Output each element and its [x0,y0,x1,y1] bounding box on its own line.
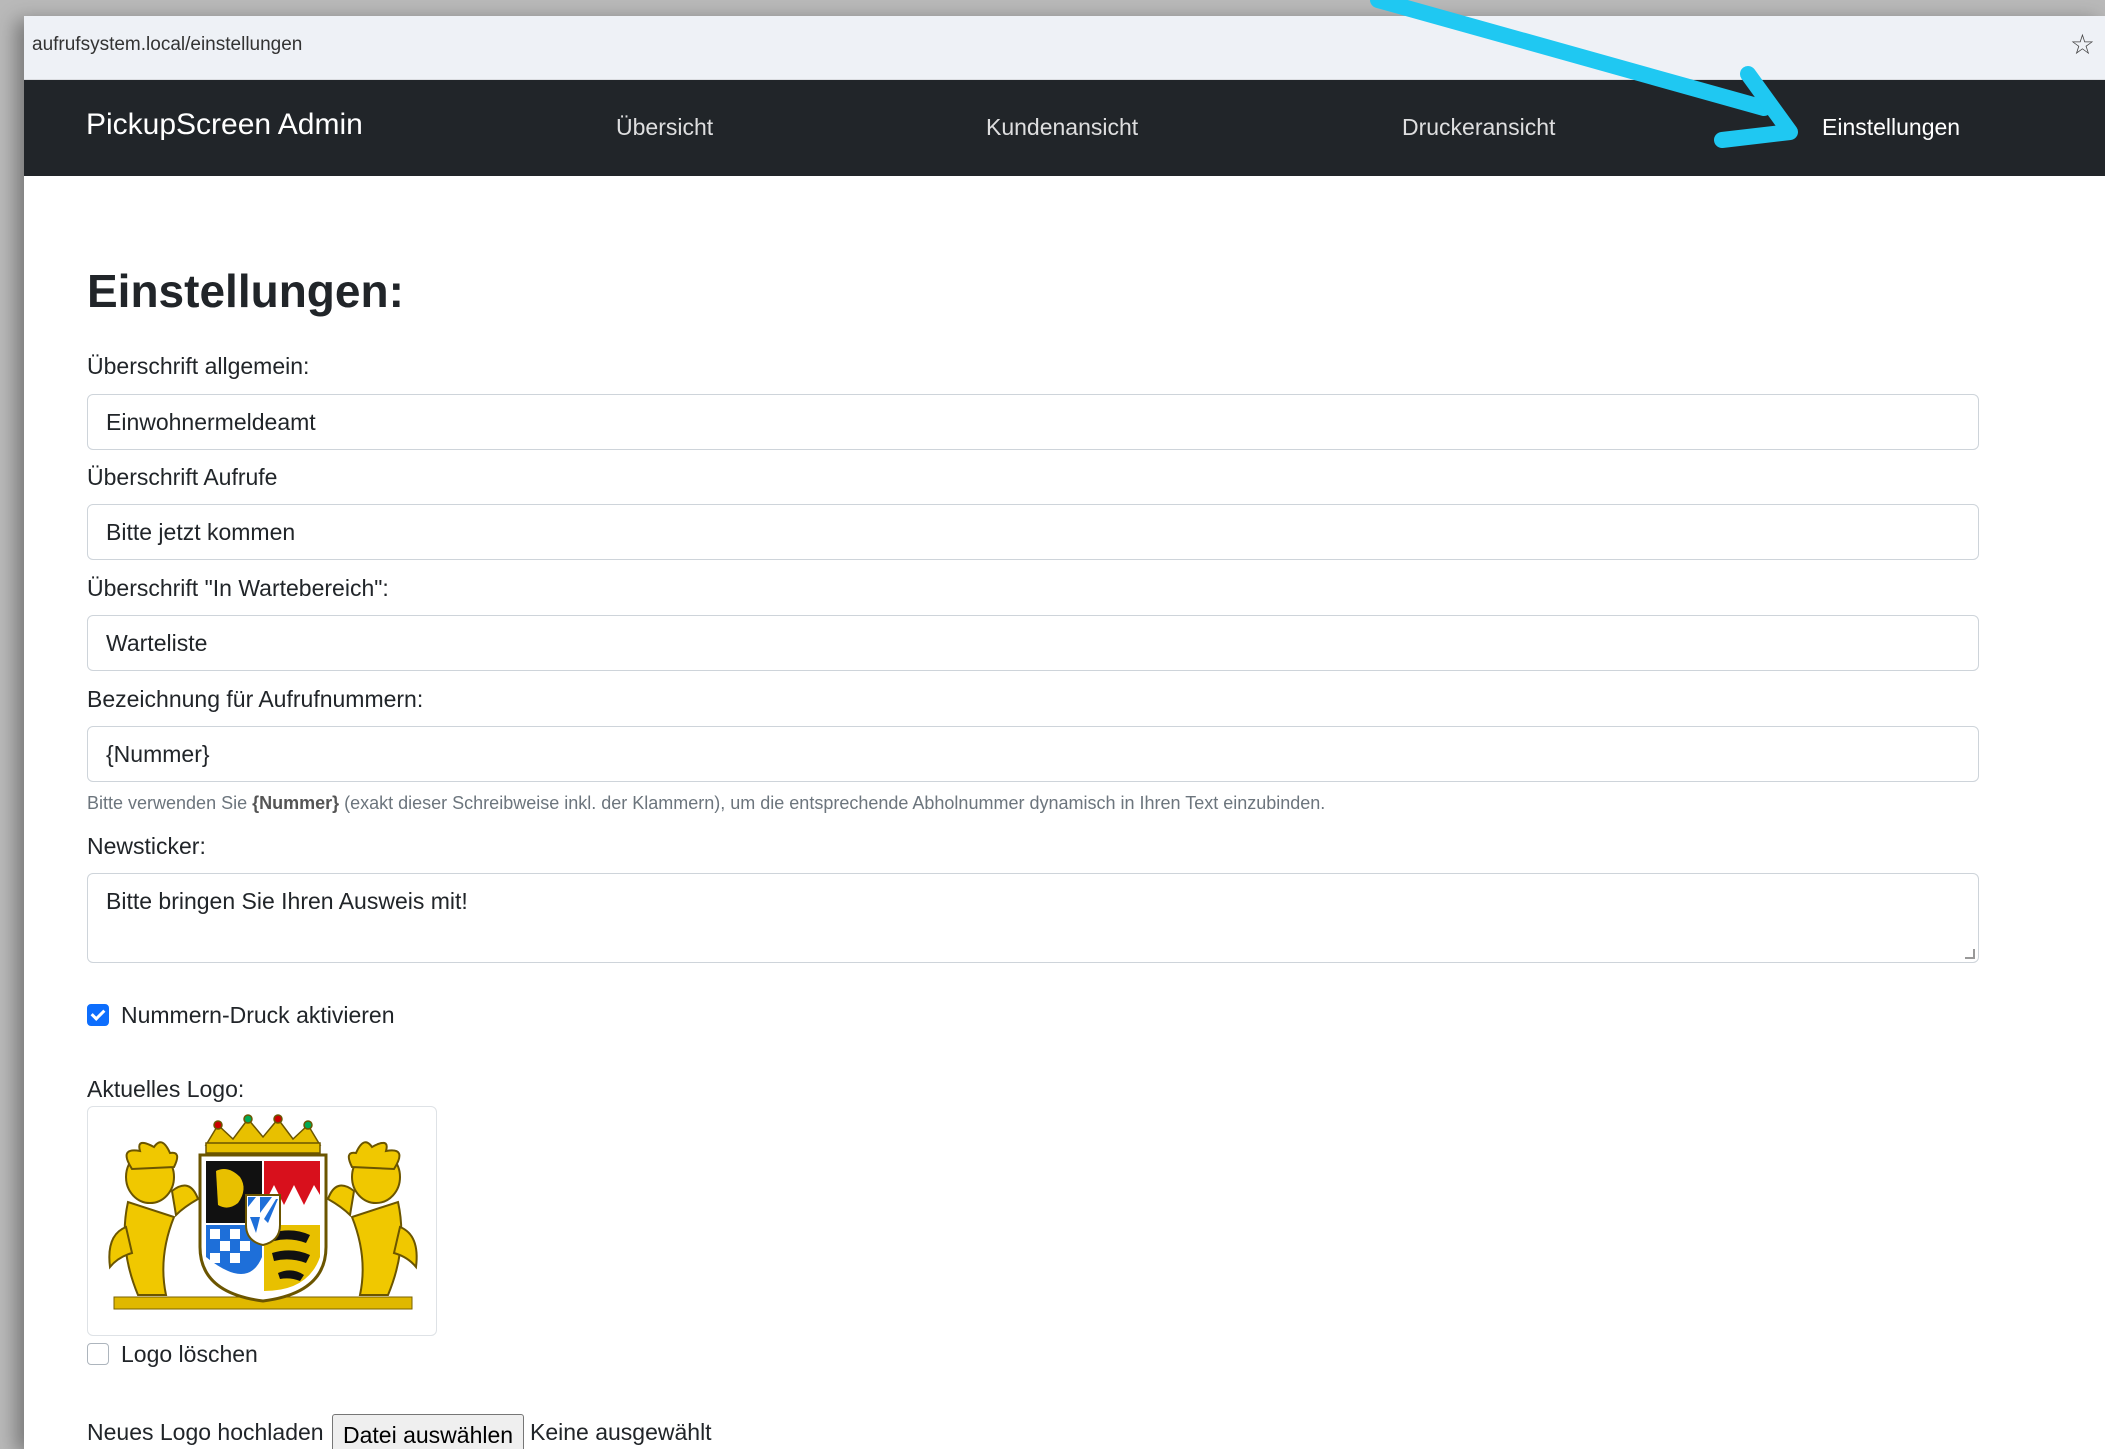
print-checkbox[interactable] [87,1004,109,1026]
hint-token: {Nummer} [252,793,340,813]
number-format-input[interactable]: {Nummer} [87,726,1979,782]
delete-logo-label[interactable]: Logo löschen [121,1341,258,1368]
checkmark-icon [90,1006,106,1021]
current-logo-frame [87,1106,437,1336]
newsticker-label: Newsticker: [87,833,206,859]
nav-link-kundenansicht[interactable]: Kundenansicht [986,114,1138,141]
number-label: Bezeichnung für Aufrufnummern: [87,686,424,712]
coat-of-arms-logo [108,1114,418,1310]
heading-general-label: Überschrift allgemein: [87,353,310,379]
page-title: Einstellungen: [87,265,404,317]
hint-prefix: Bitte verwenden Sie [87,793,253,813]
upload-status: Keine ausgewählt [530,1419,712,1445]
choose-file-button[interactable]: Datei auswählen [332,1414,525,1449]
print-checkbox-label[interactable]: Nummern-Druck aktivieren [121,1002,395,1029]
address-bar[interactable]: aufrufsystem.local/einstellungen ☆ [24,16,2105,80]
heading-calls-label: Überschrift Aufrufe [87,464,278,490]
url-text[interactable]: aufrufsystem.local/einstellungen [32,34,302,56]
nav-link-einstellungen[interactable]: Einstellungen [1822,114,1960,141]
newsticker-value: Bitte bringen Sie Ihren Ausweis mit! [106,888,468,914]
bookmark-star-icon[interactable]: ☆ [2070,28,2095,61]
current-logo-label: Aktuelles Logo: [87,1076,245,1102]
nav-link-uebersicht[interactable]: Übersicht [616,114,713,141]
newsticker-textarea[interactable]: Bitte bringen Sie Ihren Ausweis mit! [87,873,1979,963]
heading-waiting-label: Überschrift "In Wartebereich": [87,575,389,601]
nav-link-druckeransicht[interactable]: Druckeransicht [1402,114,1555,141]
hint-suffix: (exakt dieser Schreibweise inkl. der Kla… [339,793,1326,813]
delete-logo-checkbox[interactable] [87,1343,109,1365]
resize-handle-icon[interactable] [1965,949,1975,959]
heading-calls-input[interactable]: Bitte jetzt kommen [87,504,1979,560]
navbar: PickupScreen Admin Übersicht Kundenansic… [24,80,2105,176]
heading-general-input[interactable]: Einwohnermeldeamt [87,394,1979,450]
navbar-brand[interactable]: PickupScreen Admin [86,108,363,142]
heading-waiting-input[interactable]: Warteliste [87,615,1979,671]
number-hint: Bitte verwenden Sie {Nummer} (exakt dies… [87,793,1325,814]
browser-window: aufrufsystem.local/einstellungen ☆ Picku… [24,16,2105,1449]
upload-logo-label: Neues Logo hochladen [87,1419,324,1445]
